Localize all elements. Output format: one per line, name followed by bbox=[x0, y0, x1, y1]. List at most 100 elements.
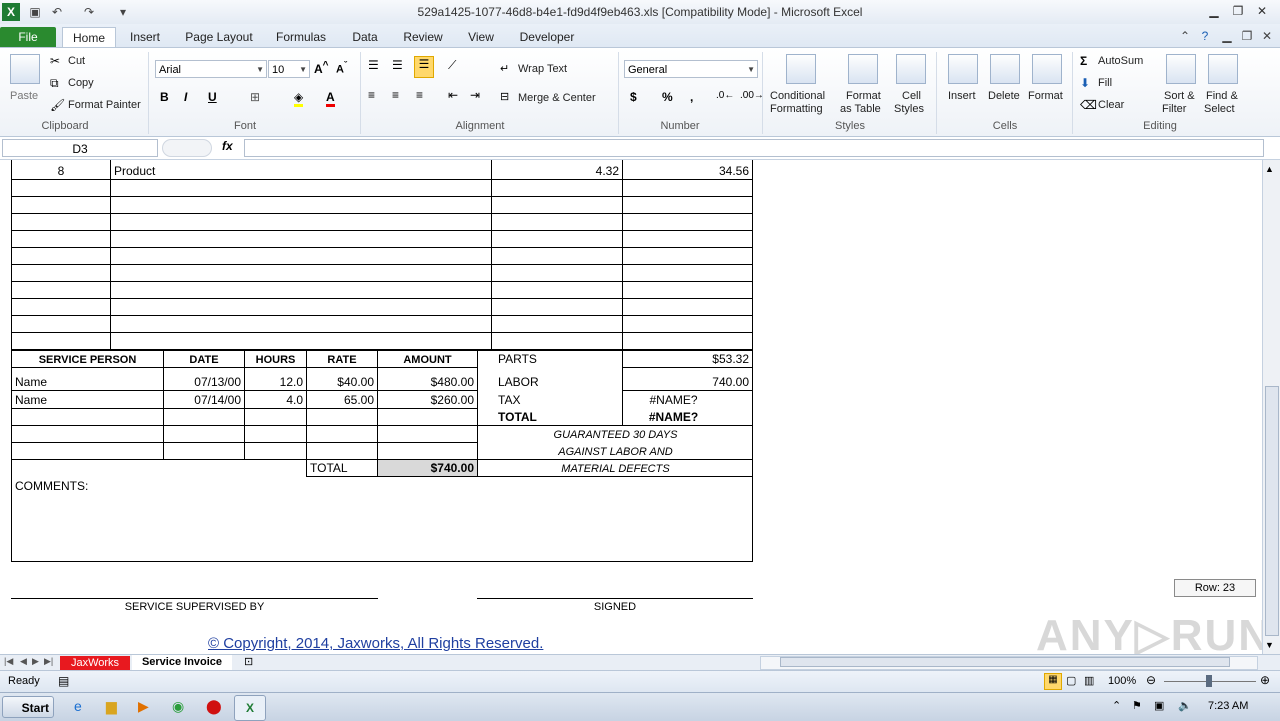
cell-styles-button[interactable]: Cell bbox=[902, 90, 921, 102]
service-row-1-date[interactable]: 07/13/00 bbox=[164, 374, 244, 390]
decrease-decimal-icon[interactable]: .00→ bbox=[740, 90, 764, 101]
italic-button[interactable]: I bbox=[184, 90, 187, 104]
increase-indent-icon[interactable]: ⇥ bbox=[470, 88, 480, 102]
borders-icon[interactable]: ⊞ bbox=[250, 90, 260, 104]
ribbon-minimize-icon[interactable]: ⌃ bbox=[1176, 27, 1194, 45]
worksheet[interactable]: 8 Product 4.32 34.56 SERVICE PERSON DATE… bbox=[0, 160, 1262, 654]
minimize-button[interactable]: ▁ bbox=[1204, 3, 1224, 19]
copyright-link[interactable]: © Copyright, 2014, Jaxworks, All Rights … bbox=[208, 635, 568, 653]
tab-file[interactable]: File bbox=[0, 27, 56, 47]
service-row-2-date[interactable]: 07/14/00 bbox=[164, 392, 244, 408]
scroll-down-icon[interactable]: ▼ bbox=[1265, 640, 1274, 650]
sheet-nav-last-icon[interactable]: ▶| bbox=[44, 656, 53, 667]
restore-button[interactable]: ❐ bbox=[1228, 3, 1248, 19]
merge-center-button[interactable]: Merge & Center bbox=[518, 92, 596, 104]
comma-button[interactable]: , bbox=[690, 90, 693, 104]
align-right-icon[interactable]: ≡ bbox=[416, 88, 423, 102]
page-layout-view-icon[interactable]: ▢ bbox=[1066, 674, 1076, 687]
summary-parts-value[interactable]: $53.32 bbox=[623, 351, 752, 367]
sheet-nav-next-icon[interactable]: ▶ bbox=[32, 656, 39, 667]
media-player-icon[interactable]: ▶ bbox=[138, 698, 149, 715]
sheet-nav-first-icon[interactable]: |◀ bbox=[4, 656, 13, 667]
insert-sheet-icon[interactable]: ⊡ bbox=[244, 655, 253, 668]
delete-cells-button[interactable]: Delete bbox=[988, 90, 1020, 102]
service-row-2-rate[interactable]: 65.00 bbox=[307, 392, 377, 408]
normal-view-icon[interactable]: ▦ bbox=[1044, 673, 1062, 690]
help-icon[interactable]: ? bbox=[1196, 27, 1214, 45]
name-box[interactable]: D3 bbox=[2, 139, 158, 157]
decrease-indent-icon[interactable]: ⇤ bbox=[448, 88, 458, 102]
tray-volume-icon[interactable]: 🔈 bbox=[1178, 699, 1192, 712]
clear-button[interactable]: Clear bbox=[1098, 99, 1124, 111]
font-size-select[interactable]: 10 ▼ bbox=[268, 60, 310, 78]
insert-function-button[interactable]: fx bbox=[222, 139, 233, 153]
formula-bar-expand-handle[interactable] bbox=[162, 139, 212, 157]
align-center-icon[interactable]: ≡ bbox=[392, 88, 399, 102]
insert-cells-icon[interactable] bbox=[948, 54, 978, 84]
zoom-slider-thumb[interactable] bbox=[1206, 675, 1212, 687]
sort-filter-icon[interactable] bbox=[1166, 54, 1196, 84]
tab-insert[interactable]: Insert bbox=[122, 27, 168, 47]
sheet-tab-jaxworks[interactable]: JaxWorks bbox=[60, 656, 130, 670]
align-bottom-icon[interactable]: ☰ bbox=[414, 56, 434, 78]
taskbar-clock[interactable]: 7:23 AM bbox=[1208, 700, 1248, 712]
service-row-2-person[interactable]: Name bbox=[12, 392, 163, 408]
page-break-view-icon[interactable]: ▥ bbox=[1084, 674, 1094, 687]
sheet-nav-prev-icon[interactable]: ◀ bbox=[20, 656, 27, 667]
delete-cells-icon[interactable] bbox=[990, 54, 1020, 84]
vertical-scrollbar[interactable]: ▲ ▼ bbox=[1262, 160, 1280, 654]
find-select-icon[interactable] bbox=[1208, 54, 1238, 84]
fill-color-icon[interactable]: ◈ bbox=[294, 90, 304, 107]
service-row-2-hours[interactable]: 4.0 bbox=[245, 392, 306, 408]
doc-minimize-icon[interactable]: ▁ bbox=[1218, 27, 1236, 45]
find-select-button[interactable]: Find & bbox=[1206, 90, 1238, 102]
fill-button[interactable]: Fill bbox=[1098, 77, 1112, 89]
orientation-icon[interactable]: ⟋ bbox=[448, 58, 456, 73]
opera-icon[interactable]: ⬤ bbox=[206, 698, 222, 715]
sheet-tab-service-invoice[interactable]: Service Invoice bbox=[132, 655, 232, 670]
grow-font-icon[interactable]: A^ bbox=[314, 60, 329, 76]
doc-restore-icon[interactable]: ❐ bbox=[1238, 27, 1256, 45]
summary-tax-value[interactable]: #NAME? bbox=[623, 392, 724, 408]
zoom-in-icon[interactable]: ⊕ bbox=[1260, 673, 1270, 687]
ie-icon[interactable]: e bbox=[74, 698, 82, 714]
folder-icon[interactable]: ▆ bbox=[106, 698, 117, 715]
align-middle-icon[interactable]: ☰ bbox=[392, 58, 403, 72]
product-price[interactable]: 4.32 bbox=[492, 163, 622, 179]
tab-review[interactable]: Review bbox=[398, 27, 448, 47]
format-cells-button[interactable]: Format bbox=[1028, 90, 1063, 102]
format-as-table-button[interactable]: Format bbox=[846, 90, 881, 102]
tray-flag-icon[interactable]: ⚑ bbox=[1132, 699, 1142, 712]
currency-button[interactable]: $ bbox=[630, 90, 637, 104]
font-color-icon[interactable]: A bbox=[326, 90, 335, 107]
service-row-2-amount[interactable]: $260.00 bbox=[378, 392, 477, 408]
format-as-table-icon[interactable] bbox=[848, 54, 878, 84]
tray-expand-icon[interactable]: ⌃ bbox=[1112, 699, 1121, 712]
close-button[interactable]: ✕ bbox=[1252, 3, 1272, 19]
chrome-icon[interactable]: ◉ bbox=[172, 698, 184, 715]
tab-home[interactable]: Home bbox=[62, 27, 116, 48]
format-cells-icon[interactable] bbox=[1032, 54, 1062, 84]
tab-data[interactable]: Data bbox=[344, 27, 386, 47]
conditional-formatting-button[interactable]: Conditional bbox=[770, 90, 825, 102]
format-painter-button[interactable]: Format Painter bbox=[68, 99, 141, 111]
align-left-icon[interactable]: ≡ bbox=[368, 88, 375, 102]
start-button[interactable]: Start bbox=[2, 696, 54, 718]
tab-formulas[interactable]: Formulas bbox=[270, 27, 332, 47]
paste-button[interactable]: Paste bbox=[10, 90, 38, 102]
number-format-select[interactable]: General ▼ bbox=[624, 60, 758, 78]
scroll-up-icon[interactable]: ▲ bbox=[1265, 164, 1274, 174]
tab-view[interactable]: View bbox=[460, 27, 502, 47]
scroll-thumb[interactable] bbox=[1265, 386, 1279, 636]
sort-filter-button[interactable]: Sort & bbox=[1164, 90, 1195, 102]
conditional-formatting-icon[interactable] bbox=[786, 54, 816, 84]
shrink-font-icon[interactable]: Aˇ bbox=[336, 60, 347, 76]
service-row-1-amount[interactable]: $480.00 bbox=[378, 374, 477, 390]
autosum-button[interactable]: AutoSum bbox=[1098, 55, 1143, 67]
service-total-value[interactable]: $740.00 bbox=[378, 460, 477, 476]
service-row-1-person[interactable]: Name bbox=[12, 374, 163, 390]
bold-button[interactable]: B bbox=[160, 90, 169, 104]
tab-developer[interactable]: Developer bbox=[514, 27, 580, 47]
horizontal-scroll-thumb[interactable] bbox=[780, 657, 1230, 667]
align-top-icon[interactable]: ☰ bbox=[368, 58, 379, 72]
